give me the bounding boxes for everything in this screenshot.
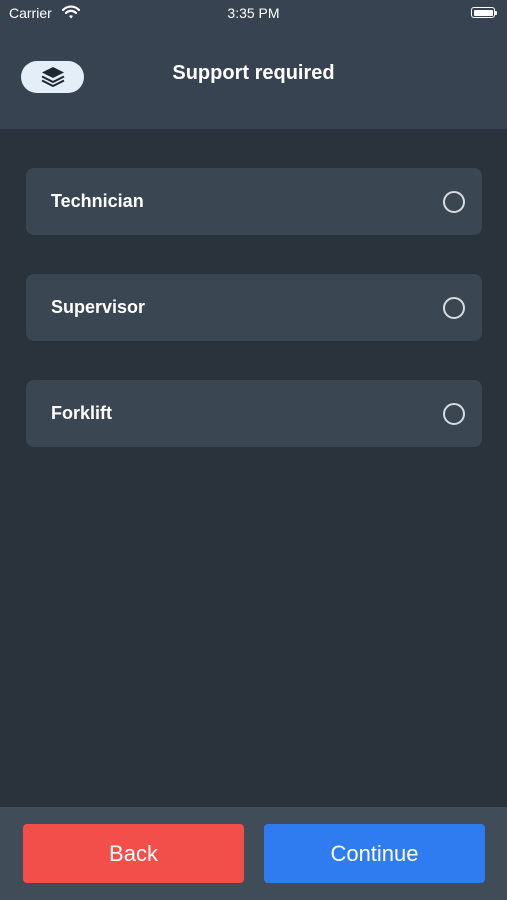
- status-bar: Carrier 3:35 PM: [0, 0, 507, 26]
- radio-button[interactable]: [443, 297, 465, 319]
- header: Support required: [0, 26, 507, 129]
- continue-button[interactable]: Continue: [264, 824, 485, 883]
- status-time: 3:35 PM: [227, 5, 280, 21]
- options-list: Technician Supervisor Forklift: [26, 168, 482, 486]
- page-title: Support required: [172, 62, 335, 84]
- option-label: Forklift: [51, 403, 112, 423]
- option-label: Technician: [51, 191, 144, 211]
- battery-icon: [471, 7, 497, 18]
- back-button[interactable]: Back: [23, 824, 244, 883]
- radio-button[interactable]: [443, 403, 465, 425]
- radio-button[interactable]: [443, 191, 465, 213]
- option-supervisor[interactable]: Supervisor: [26, 274, 482, 341]
- option-label: Supervisor: [51, 297, 146, 317]
- option-forklift[interactable]: Forklift: [26, 380, 482, 447]
- option-technician[interactable]: Technician: [26, 168, 482, 235]
- footer: Back Continue: [0, 807, 507, 900]
